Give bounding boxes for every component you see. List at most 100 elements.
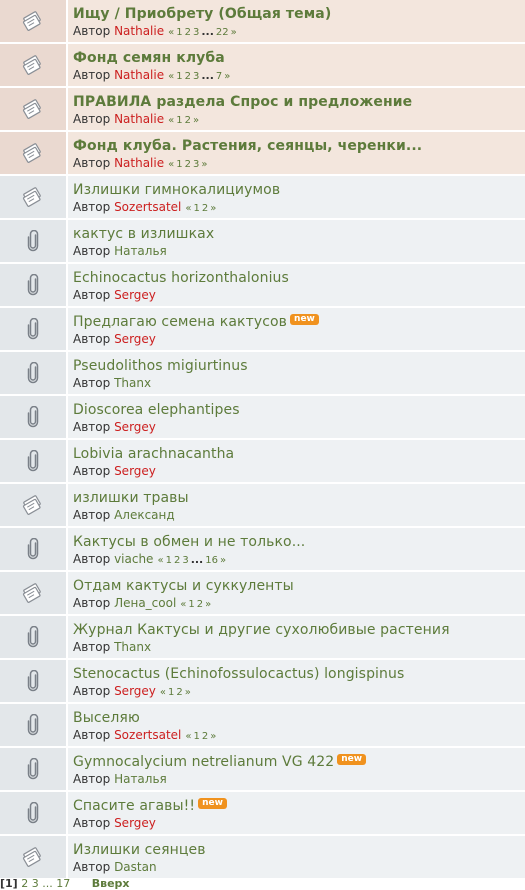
topic-title-link[interactable]: Ищу / Приобрету (Общая тема) — [73, 5, 331, 23]
new-badge: new — [290, 314, 319, 325]
page-arrow[interactable]: » — [201, 159, 207, 170]
author-link[interactable]: Nathalie — [114, 112, 164, 126]
page-link[interactable]: 2 — [202, 203, 208, 214]
page-arrow[interactable]: « — [160, 687, 166, 698]
pagination-page-3[interactable]: 3 — [32, 877, 39, 890]
topic-title-link[interactable]: излишки травы — [73, 489, 189, 507]
author-link[interactable]: Sergey — [114, 464, 156, 478]
page-link[interactable]: 3 — [193, 71, 199, 82]
page-link[interactable]: 2 — [176, 687, 182, 698]
page-arrow[interactable]: « — [168, 115, 174, 126]
page-link[interactable]: 1 — [168, 687, 174, 698]
topic-title-link[interactable]: Кактусы в обмен и не только... — [73, 533, 305, 551]
author-link[interactable]: Dastan — [114, 860, 157, 874]
topic-info: Журнал Кактусы и другие сухолюбивые раст… — [68, 616, 525, 658]
page-link[interactable]: 2 — [185, 71, 191, 82]
topic-title-link[interactable]: Echinocactus horizonthalonius — [73, 269, 289, 287]
page-arrow[interactable]: « — [157, 555, 163, 566]
page-link[interactable]: 2 — [197, 599, 203, 610]
page-link[interactable]: 2 — [202, 731, 208, 742]
page-link[interactable]: 16 — [205, 555, 218, 566]
author-link[interactable]: Наталья — [114, 772, 167, 786]
page-link[interactable]: 1 — [166, 555, 172, 566]
page-link[interactable]: 2 — [185, 115, 191, 126]
author-link[interactable]: Sergey — [114, 816, 156, 830]
page-link[interactable]: 22 — [216, 27, 229, 38]
page-link[interactable]: 1 — [176, 115, 182, 126]
pagination-page-17[interactable]: 17 — [56, 877, 70, 890]
topic-title-link[interactable]: Журнал Кактусы и другие сухолюбивые раст… — [73, 621, 450, 639]
page-arrow[interactable]: » — [210, 203, 216, 214]
paperclip-icon — [0, 792, 68, 834]
author-link[interactable]: Наталья — [114, 244, 167, 258]
topic-row: Предлагаю семена кактусов new Автор Sergey — [0, 308, 525, 352]
page-arrow[interactable]: » — [224, 71, 230, 82]
author-link[interactable]: Thanx — [114, 640, 151, 654]
page-link[interactable]: 3 — [182, 555, 188, 566]
page-arrow[interactable]: » — [193, 115, 199, 126]
author-link[interactable]: Sergey — [114, 420, 156, 434]
page-link[interactable]: 1 — [176, 71, 182, 82]
page-arrow[interactable]: » — [185, 687, 191, 698]
back-to-top-link[interactable]: Вверх — [92, 877, 130, 890]
author-link[interactable]: Sergey — [114, 288, 156, 302]
topic-title-link[interactable]: Спасите агавы!! — [73, 797, 195, 815]
author-link[interactable]: Александ — [114, 508, 175, 522]
topic-title-link[interactable]: Излишки гимнокалициумов — [73, 181, 280, 199]
pagination-ellipsis: ... — [42, 877, 53, 890]
page-link[interactable]: 2 — [185, 27, 191, 38]
topic-title-link[interactable]: Фонд семян клуба — [73, 49, 225, 67]
page-link[interactable]: 2 — [185, 159, 191, 170]
page-arrow[interactable]: » — [205, 599, 211, 610]
page-link[interactable]: 1 — [194, 731, 200, 742]
pagination-page-2[interactable]: 2 — [21, 877, 28, 890]
page-arrow[interactable]: « — [168, 71, 174, 82]
page-arrow[interactable]: « — [168, 159, 174, 170]
author-link[interactable]: Nathalie — [114, 156, 164, 170]
topic-meta: Автор viache «1 2 3... 16» — [73, 551, 525, 569]
topic-title-link[interactable]: Излишки сеянцев — [73, 841, 206, 859]
topic-title-link[interactable]: Предлагаю семена кактусов — [73, 313, 287, 331]
topic-title-link[interactable]: Выселяю — [73, 709, 140, 727]
topic-title-link[interactable]: Lobivia arachnacantha — [73, 445, 234, 463]
author-label: Автор — [73, 816, 111, 830]
author-link[interactable]: Nathalie — [114, 68, 164, 82]
author-link[interactable]: Sozertsatel — [114, 728, 181, 742]
author-link[interactable]: Thanx — [114, 376, 151, 390]
page-link[interactable]: 3 — [193, 159, 199, 170]
page-arrow[interactable]: « — [185, 731, 191, 742]
page-link[interactable]: 3 — [193, 27, 199, 38]
page-arrow[interactable]: » — [231, 27, 237, 38]
topic-row: Pseudolithos migiurtinus Автор Thanx — [0, 352, 525, 396]
author-link[interactable]: Лена_cool — [114, 596, 176, 610]
topic-row: Dioscorea elephantipes Автор Sergey — [0, 396, 525, 440]
topic-title-link[interactable]: Pseudolithos migiurtinus — [73, 357, 248, 375]
topic-title-link[interactable]: Отдам кактусы и суккуленты — [73, 577, 294, 595]
topic-title-link[interactable]: Dioscorea elephantipes — [73, 401, 240, 419]
topic-row: Gymnocalycium netrelianum VG 422 new Автор… — [0, 748, 525, 792]
author-link[interactable]: Sergey — [114, 332, 156, 346]
page-link[interactable]: 1 — [176, 159, 182, 170]
topic-title-link[interactable]: кактус в излишках — [73, 225, 214, 243]
page-arrow[interactable]: « — [168, 27, 174, 38]
topic-title-link[interactable]: Stenocactus (Echinofossulocactus) longis… — [73, 665, 404, 683]
page-arrow[interactable]: « — [180, 599, 186, 610]
topic-title-link[interactable]: ПРАВИЛА раздела Спрос и предложение — [73, 93, 412, 111]
author-link[interactable]: Sozertsatel — [114, 200, 181, 214]
author-link[interactable]: Sergey — [114, 684, 156, 698]
page-arrow[interactable]: » — [220, 555, 226, 566]
author-link[interactable]: viache — [114, 552, 153, 566]
topic-title-link[interactable]: Gymnocalycium netrelianum VG 422 — [73, 753, 334, 771]
page-link[interactable]: 7 — [216, 71, 222, 82]
page-arrow[interactable]: » — [210, 731, 216, 742]
author-link[interactable]: Nathalie — [114, 24, 164, 38]
page-arrow[interactable]: « — [185, 203, 191, 214]
topic-meta: Автор Thanx — [73, 375, 525, 392]
author-label: Автор — [73, 200, 111, 214]
page-link[interactable]: 1 — [188, 599, 194, 610]
page-link[interactable]: 1 — [194, 203, 200, 214]
page-link[interactable]: 1 — [176, 27, 182, 38]
page-link[interactable]: 2 — [174, 555, 180, 566]
topic-title-link[interactable]: Фонд клуба. Растения, сеянцы, черенки... — [73, 137, 422, 155]
topic-multipage-icon — [0, 836, 68, 878]
